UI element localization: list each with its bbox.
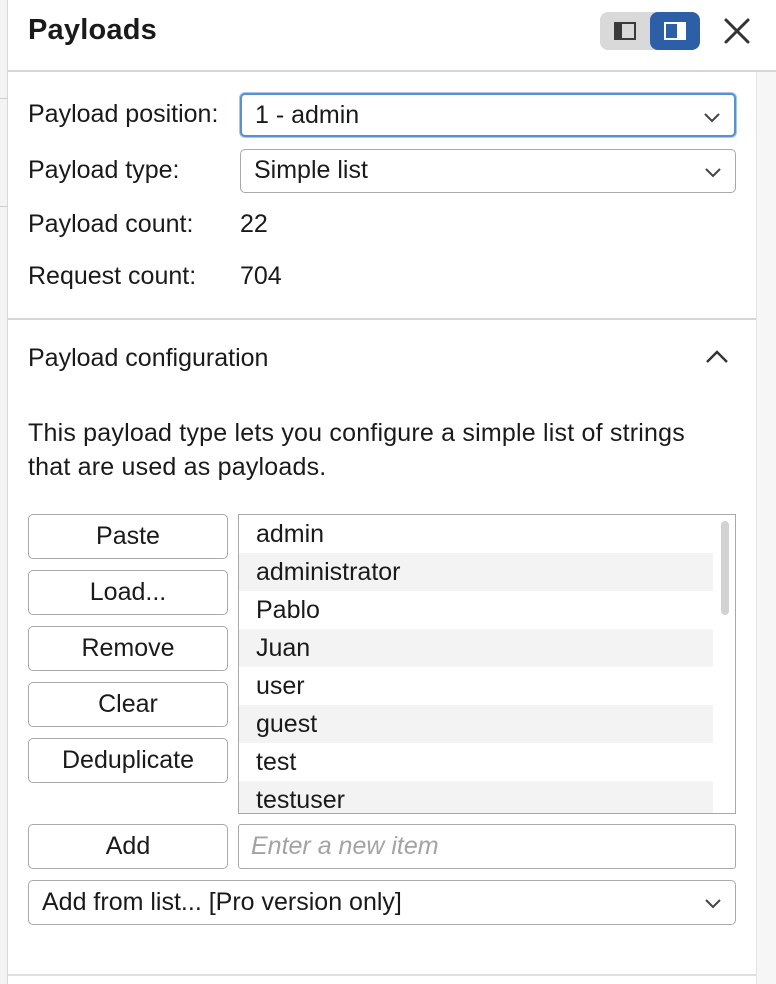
close-icon[interactable] <box>720 14 754 48</box>
section-divider <box>8 974 756 976</box>
payload-list[interactable]: admin administrator Pablo Juan user gues… <box>238 514 736 814</box>
payload-type-label: Payload type: <box>28 156 180 184</box>
request-count-value: 704 <box>240 262 282 290</box>
list-item[interactable]: administrator <box>239 553 713 591</box>
payload-count-value: 22 <box>240 210 268 238</box>
panel-title: Payloads <box>28 14 157 46</box>
list-item[interactable]: Juan <box>239 629 713 667</box>
load-button[interactable]: Load... <box>28 570 228 615</box>
list-scrollbar[interactable] <box>721 521 729 615</box>
layout-toggle[interactable] <box>600 12 700 50</box>
panel-header: Payloads <box>8 0 776 72</box>
clear-button[interactable]: Clear <box>28 682 228 727</box>
split-left-icon[interactable] <box>600 12 650 50</box>
payload-type-value: Simple list <box>254 156 368 184</box>
chevron-down-icon <box>704 113 720 123</box>
list-item[interactable]: user <box>239 667 713 705</box>
list-item[interactable]: testuser <box>239 781 713 813</box>
chevron-up-icon[interactable] <box>704 346 730 368</box>
list-item[interactable]: guest <box>239 705 713 743</box>
payload-type-select[interactable]: Simple list <box>240 149 736 193</box>
section-divider <box>8 318 756 320</box>
vertical-scroll-track[interactable] <box>756 72 776 984</box>
payload-configuration-title: Payload configuration <box>28 344 269 372</box>
payload-position-value: 1 - admin <box>255 101 360 129</box>
payload-position-select[interactable]: 1 - admin <box>240 93 736 137</box>
request-count-label: Request count: <box>28 262 197 290</box>
add-button[interactable]: Add <box>28 824 228 869</box>
strip-divider <box>0 206 8 207</box>
add-from-list-value: Add from list... [Pro version only] <box>42 888 402 916</box>
list-item[interactable]: test <box>239 743 713 781</box>
payload-type-description: This payload type lets you configure a s… <box>28 419 685 481</box>
remove-button[interactable]: Remove <box>28 626 228 671</box>
new-item-input[interactable] <box>238 824 736 869</box>
add-from-list-select[interactable]: Add from list... [Pro version only] <box>28 880 736 925</box>
left-edge-strip <box>0 0 8 984</box>
split-right-icon[interactable] <box>650 12 700 50</box>
chevron-down-icon <box>705 899 721 909</box>
payload-position-label: Payload position: <box>28 100 219 128</box>
paste-button[interactable]: Paste <box>28 514 228 559</box>
deduplicate-button[interactable]: Deduplicate <box>28 738 228 783</box>
chevron-down-icon <box>705 168 721 178</box>
payload-count-label: Payload count: <box>28 210 194 238</box>
list-item[interactable]: Pablo <box>239 591 713 629</box>
strip-divider <box>0 98 8 99</box>
list-item[interactable]: admin <box>239 515 713 553</box>
